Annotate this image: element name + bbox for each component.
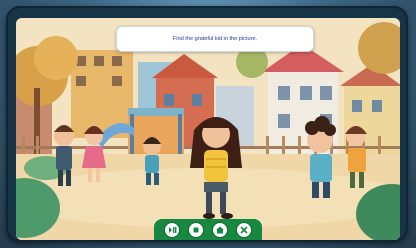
home-button[interactable] (212, 221, 228, 238)
close-icon (240, 226, 248, 233)
stop-button[interactable] (188, 221, 204, 238)
game-screen: Find the grateful kid in the picture. (16, 18, 400, 240)
home-icon (216, 226, 224, 233)
instruction-text: Find the grateful kid in the picture. (172, 36, 258, 42)
control-bar (154, 219, 262, 240)
instruction-banner: Find the grateful kid in the picture. (116, 26, 314, 52)
play-pause-icon (169, 226, 177, 233)
close-button[interactable] (236, 221, 252, 238)
stop-icon (193, 227, 199, 232)
play-pause-button[interactable] (164, 221, 180, 238)
